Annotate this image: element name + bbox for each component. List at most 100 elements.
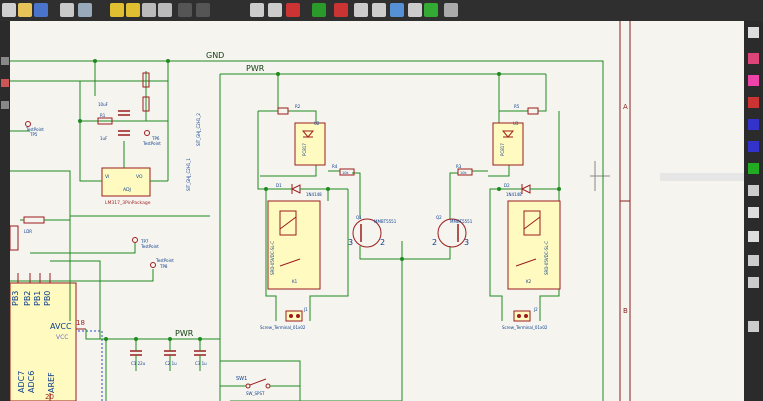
svg-text:ADJ: ADJ [123, 187, 131, 193]
svg-text:1N4148: 1N4148 [306, 192, 322, 197]
optocoupler-u3[interactable]: U3 PC817 [492, 121, 524, 166]
diode-d2[interactable]: D2 1N4148 [499, 183, 546, 197]
mcu[interactable]: PB3 PB2 PB1 PB0 AVCC VCC ADC7 ADC6 AREF … [10, 273, 86, 401]
relay-k2[interactable]: SRD-05VDC-SL-C K2 [507, 200, 561, 290]
testpoint-tp6[interactable]: TP6 TestPoint [142, 130, 161, 147]
footprint-icon[interactable] [354, 3, 368, 17]
testpoint-tp7[interactable]: TP7 TestPoint [132, 237, 160, 250]
svg-text:SRD-05VDC-SL-C: SRD-05VDC-SL-C [544, 241, 549, 275]
erc-icon[interactable] [268, 3, 282, 17]
add-symbol-icon[interactable] [748, 75, 759, 86]
testpoint-tp5[interactable]: TestPoint TP5 [25, 121, 44, 138]
svg-text:SW_SPST: SW_SPST [246, 391, 265, 396]
capacitor-c-top[interactable] [118, 110, 130, 136]
cursor-icon[interactable] [1, 101, 9, 109]
svg-text:20: 20 [45, 393, 54, 401]
svg-text:C2 1u: C2 1u [165, 361, 177, 366]
assign-icon[interactable] [408, 3, 422, 17]
print-icon[interactable] [60, 3, 74, 17]
svg-text:ADC6: ADC6 [27, 371, 36, 393]
add-label-icon[interactable] [748, 163, 759, 174]
scripting-icon[interactable] [444, 3, 458, 17]
svg-text:TP5: TP5 [29, 132, 38, 137]
redo-icon[interactable] [126, 3, 140, 17]
optocoupler-u2[interactable]: U2 PC817 [294, 121, 326, 166]
svg-text:PC817: PC817 [500, 143, 505, 156]
svg-text:VCC: VCC [56, 334, 68, 341]
svg-text:R2: R2 [295, 104, 301, 109]
add-rect-icon[interactable] [748, 277, 759, 288]
bom-icon[interactable] [372, 3, 386, 17]
diode-d1[interactable]: D1 1N4148 [276, 183, 328, 197]
testpoint-tp8[interactable]: TestPoint TP8 [150, 258, 175, 269]
relay-k1[interactable]: SRD-05VDC-SL-C K1 [267, 200, 321, 290]
delete-icon[interactable] [748, 321, 759, 332]
plot-icon[interactable] [78, 3, 92, 17]
right-channel: R5 U3 PC817 R3 10k D2 1N4148 SRD-05VDC-S… [402, 74, 561, 330]
find-icon[interactable] [142, 3, 156, 17]
svg-text:3: 3 [348, 238, 353, 247]
svg-text:R5: R5 [514, 104, 520, 109]
svg-text:AVCC: AVCC [50, 322, 72, 331]
highlight-net-icon[interactable] [748, 53, 759, 64]
svg-text:U2: U2 [314, 121, 320, 126]
units-icon[interactable] [1, 79, 9, 87]
select-icon[interactable] [748, 27, 759, 38]
transistor-q1[interactable]: Q1 MMBT5551 3 2 [348, 215, 397, 248]
add-text-icon[interactable] [748, 185, 759, 196]
junctions [78, 59, 561, 341]
svg-text:R4: R4 [332, 164, 338, 169]
svg-text:PB2: PB2 [23, 291, 32, 306]
grid-icon[interactable] [1, 57, 9, 65]
schematic-canvas[interactable]: A B GND PWR VI VO ADJ LM317_3PinPackage [10, 21, 744, 401]
zoom-out-icon[interactable] [196, 3, 210, 17]
save-icon[interactable] [34, 3, 48, 17]
terminal-j2[interactable]: J2 Screw_Terminal_01x02 [502, 307, 548, 330]
svg-text:10k: 10k [460, 171, 467, 175]
svg-text:K1: K1 [292, 279, 298, 284]
undo-icon[interactable] [110, 3, 124, 17]
svg-text:TestPoint: TestPoint [142, 141, 161, 146]
svg-text:SW1: SW1 [236, 376, 247, 382]
svg-text:K2: K2 [526, 279, 532, 284]
add-sheet-icon[interactable] [748, 207, 759, 218]
svg-text:2: 2 [380, 238, 385, 247]
svg-text:R3: R3 [456, 164, 462, 169]
add-line-icon[interactable] [748, 255, 759, 266]
svg-text:C1 22u: C1 22u [131, 361, 146, 366]
svg-text:TestPoint: TestPoint [140, 244, 159, 249]
annotate-icon[interactable] [250, 3, 264, 17]
table-icon[interactable] [390, 3, 404, 17]
right-toolbar [744, 21, 763, 401]
transistor-q2[interactable]: Q2 MMBT5551 2 3 [432, 215, 473, 248]
resistor-r2[interactable] [277, 107, 289, 115]
caps-bottom[interactable] [130, 350, 206, 356]
svg-text:Q2: Q2 [436, 215, 442, 220]
svg-text:PB3: PB3 [11, 291, 20, 306]
svg-text:PB0: PB0 [43, 291, 52, 306]
svg-text:ADC7: ADC7 [17, 371, 26, 393]
zoom-icon[interactable] [158, 3, 172, 17]
netlist-icon[interactable] [312, 3, 326, 17]
add-power-icon[interactable] [748, 97, 759, 108]
ldr[interactable]: LDR [20, 216, 70, 234]
open-icon[interactable] [18, 3, 32, 17]
simulate-icon[interactable] [286, 3, 300, 17]
add-bus-icon[interactable] [748, 141, 759, 152]
add-wire-icon[interactable] [748, 119, 759, 130]
conn-label-2: SIT_GHJ_C2H1_2 [196, 113, 201, 146]
add-image-icon[interactable] [748, 231, 759, 242]
svg-text:10k: 10k [342, 171, 349, 175]
svg-text:C3 1u: C3 1u [195, 361, 207, 366]
new-icon[interactable] [2, 3, 16, 17]
svg-text:2: 2 [432, 238, 437, 247]
symbol-editor-icon[interactable] [334, 3, 348, 17]
scrollbar[interactable] [660, 173, 744, 181]
svg-text:Screw_Terminal_01x02: Screw_Terminal_01x02 [502, 325, 548, 330]
regulator[interactable]: VI VO ADJ LM317_3PinPackage [101, 167, 151, 206]
resistor-r5[interactable] [527, 107, 539, 115]
svg-text:MMBT5551: MMBT5551 [374, 219, 397, 224]
zoom-in-icon[interactable] [178, 3, 192, 17]
terminal-j1[interactable]: J1 Screw_Terminal_01x02 [260, 307, 308, 330]
pcb-icon[interactable] [424, 3, 438, 17]
